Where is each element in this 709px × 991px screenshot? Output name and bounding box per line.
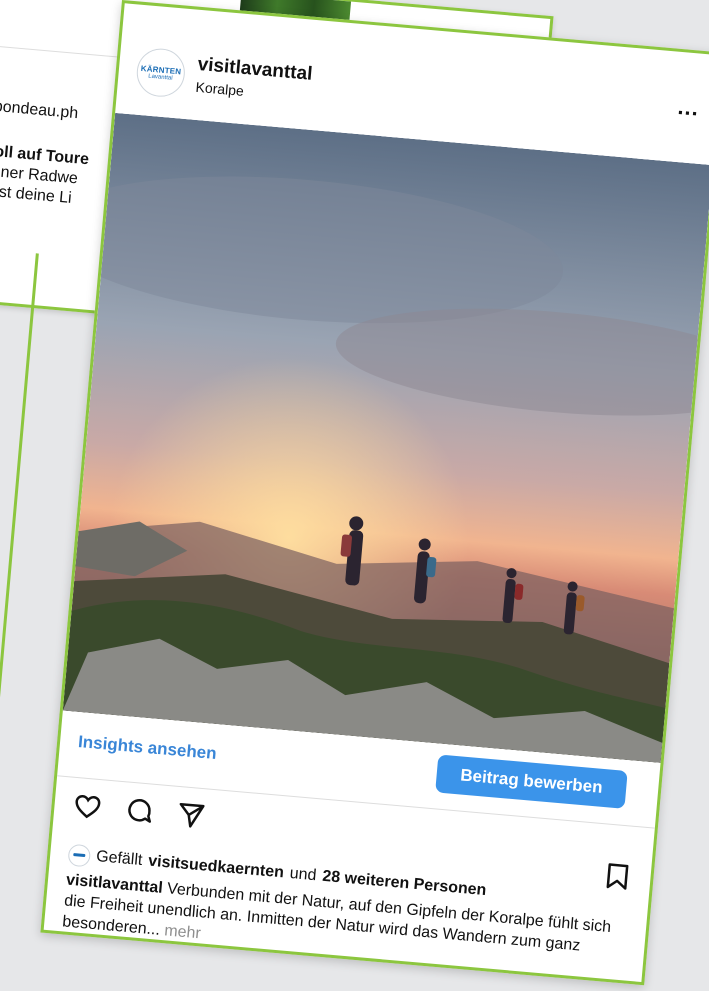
instagram-post-card: KÄRNTEN Lavanttal visitlavanttal Koralpe… [40,0,709,986]
post-photo[interactable] [62,112,709,763]
post-location[interactable]: Koralpe [195,79,244,99]
background-card-edge [0,250,39,991]
promote-post-button[interactable]: Beitrag bewerben [435,754,628,809]
hiking-photo-image [62,112,709,763]
comment-icon[interactable] [123,794,156,827]
avatar-logo-subtext: Lavanttal [148,73,173,82]
insights-link[interactable]: Insights ansehen [77,732,217,764]
background-post-text: tribondeau.ph [0,96,79,123]
bookmark-icon[interactable] [601,860,634,893]
caption-more-link[interactable]: mehr [164,922,202,942]
share-icon[interactable] [175,799,208,832]
avatar[interactable]: KÄRNTEN Lavanttal [134,46,187,99]
likes-conjunction: und [289,864,318,885]
more-options-icon[interactable]: ... [677,94,700,122]
likes-prefix: Gefällt [95,848,144,870]
liker-avatar[interactable] [67,843,92,868]
heart-icon[interactable] [71,790,104,823]
